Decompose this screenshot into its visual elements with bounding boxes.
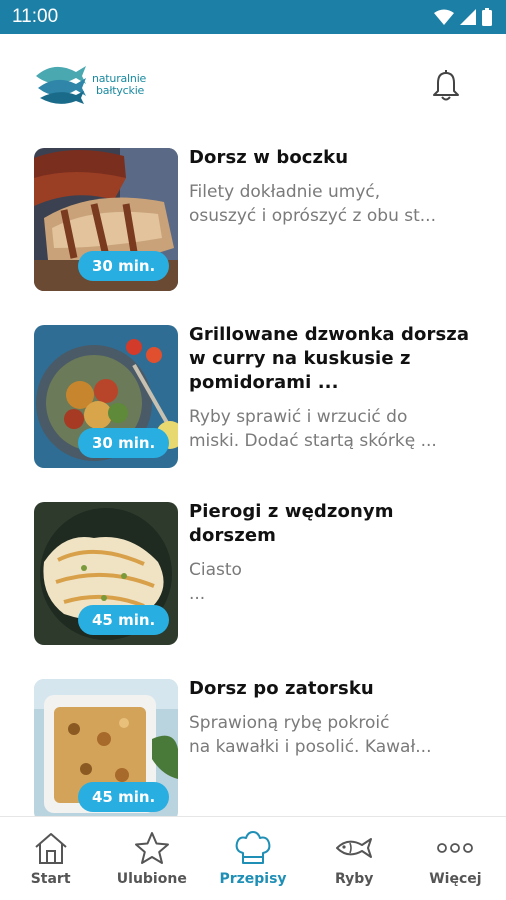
recipe-description: Filety dokładnie umyć, osuszyć i oprószy… — [189, 182, 436, 226]
home-icon — [34, 833, 67, 864]
status-icons — [434, 8, 492, 26]
time-badge: 30 min. — [78, 428, 170, 458]
nav-item-start[interactable]: Start — [0, 817, 101, 900]
nav-item-ryby[interactable]: Ryby — [304, 817, 405, 900]
app-header: naturalnie bałtyckie — [0, 34, 506, 142]
nav-item-wiecej[interactable]: Więcej — [405, 817, 506, 900]
recipe-image: 30 min. — [34, 148, 178, 291]
status-bar: 11:00 — [0, 0, 506, 34]
logo-line2: bałtyckie — [96, 84, 145, 97]
recipe-info: Grillowane dzwonka dorsza w curry na kus… — [189, 323, 481, 453]
nav-label: Ulubione — [116, 871, 187, 887]
fish-icon — [336, 838, 373, 858]
chef-hat-icon — [235, 831, 271, 864]
nav-label: Więcej — [429, 871, 482, 887]
recipe-description: Ryby sprawić i wrzucić do miski. Dodać s… — [189, 407, 437, 451]
recipe-title[interactable]: Pierogi z wędzonym dorszem — [189, 500, 481, 548]
recipe-description: Sprawioną rybę pokroić na kawałki i poso… — [189, 713, 432, 757]
recipe-title[interactable]: Dorsz po zatorsku — [189, 677, 481, 701]
nav-label: Start — [30, 871, 71, 887]
recipe-image: 30 min. — [34, 325, 178, 468]
logo-text: naturalnie bałtyckie — [92, 73, 146, 97]
time-badge: 45 min. — [78, 782, 170, 812]
recipe-card[interactable]: 45 min. Dorsz po zatorsku Sprawioną rybę… — [34, 673, 484, 816]
nav-label: Przepisy — [219, 871, 287, 887]
fish-logo-icon — [36, 66, 86, 104]
recipe-title[interactable]: Dorsz w boczku — [189, 146, 481, 170]
star-icon — [134, 832, 169, 864]
recipe-card[interactable]: 45 min. Pierogi z wędzonym dorszem Ciast… — [34, 496, 484, 645]
recipe-card[interactable]: 30 min. Grillowane dzwonka dorsza w curr… — [34, 319, 484, 468]
recipe-info: Dorsz w boczku Filety dokładnie umyć, os… — [189, 146, 481, 228]
recipe-title[interactable]: Grillowane dzwonka dorsza w curry na kus… — [189, 323, 481, 395]
recipe-description: Ciasto ... — [189, 560, 242, 604]
nav-item-ulubione[interactable]: Ulubione — [101, 817, 202, 900]
wifi-icon — [434, 9, 454, 25]
nav-label: Ryby — [334, 871, 374, 887]
recipe-image: 45 min. — [34, 502, 178, 645]
battery-icon — [482, 8, 492, 26]
time-badge: 45 min. — [78, 605, 170, 635]
bell-icon[interactable] — [432, 70, 460, 102]
app-logo[interactable]: naturalnie bałtyckie — [34, 62, 146, 108]
recipe-card[interactable]: 30 min. Dorsz w boczku Filety dokładnie … — [34, 142, 484, 291]
bottom-nav: Start Ulubione Przepisy Ryby Więcej — [0, 816, 506, 900]
status-time: 11:00 — [12, 6, 59, 27]
recipe-image: 45 min. — [34, 679, 178, 816]
nav-item-przepisy[interactable]: Przepisy — [202, 817, 303, 900]
more-dots-icon — [437, 843, 474, 853]
signal-icon — [460, 9, 476, 25]
recipe-info: Dorsz po zatorsku Sprawioną rybę pokroić… — [189, 677, 481, 759]
time-badge: 30 min. — [78, 251, 170, 281]
recipe-info: Pierogi z wędzonym dorszem Ciasto ... — [189, 500, 481, 606]
recipe-list[interactable]: 30 min. Dorsz w boczku Filety dokładnie … — [0, 142, 506, 816]
